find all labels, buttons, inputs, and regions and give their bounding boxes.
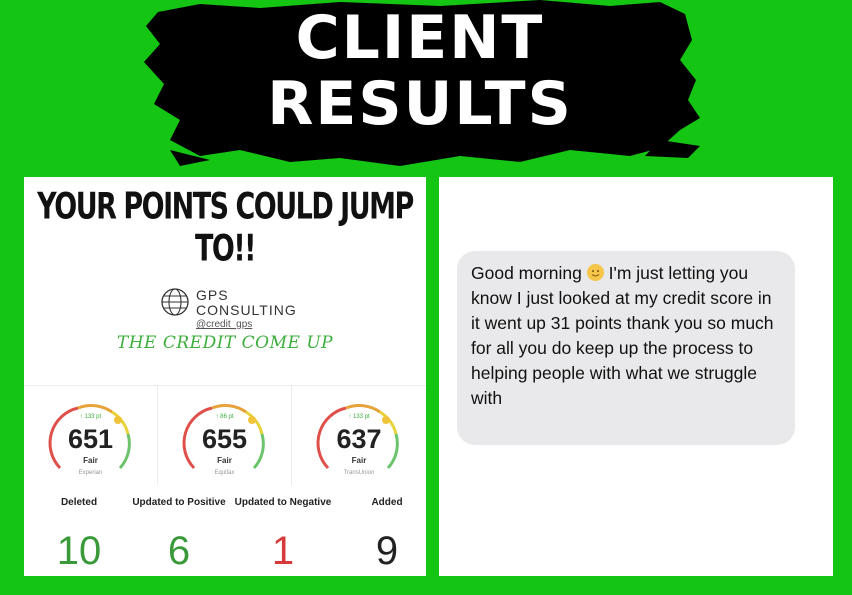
stat-deleted: Deleted 10 xyxy=(24,497,134,573)
message-text-rest: I'm just letting you know I just looked … xyxy=(471,263,774,408)
stat-label: Added xyxy=(371,497,403,508)
banner-title-line2: RESULTS xyxy=(267,69,573,139)
gauge-change: ↑ 133 pt xyxy=(348,414,370,420)
stat-value: 9 xyxy=(375,529,399,573)
gauge-equifax: ↑ 86 pt 655 Fair Equifax xyxy=(158,385,292,485)
credit-report-panel: YOUR POINTS COULD JUMP TO!! GPS CONSULTI… xyxy=(24,177,426,576)
score-gauges: ↑ 133 pt 651 Fair Experian ↑ 86 pt 655 F… xyxy=(24,385,426,485)
gauge-score: 637 xyxy=(336,424,382,454)
gauge-transunion: ↑ 133 pt 637 Fair TransUnion xyxy=(292,385,426,485)
gauge-rating: Fair xyxy=(83,456,98,465)
stat-value: 6 xyxy=(167,529,191,573)
globe-icon xyxy=(161,288,189,316)
gauge-change: ↑ 86 pt xyxy=(215,414,234,420)
banner-title: CLIENT RESULTS xyxy=(140,8,700,134)
stat-value: 1 xyxy=(271,529,295,573)
logo-name-line2: CONSULTING xyxy=(196,302,297,318)
stat-label: Updated to Positive xyxy=(132,497,226,508)
gauge-change: ↑ 133 pt xyxy=(79,414,102,420)
gauge-score: 651 xyxy=(67,424,114,454)
stat-value: 10 xyxy=(56,529,102,573)
account-stats: Deleted 10 Updated to Positive 6 Updated… xyxy=(24,497,426,576)
stat-label: Updated to Negative xyxy=(234,497,332,508)
panel-headline: YOUR POINTS COULD JUMP TO!! xyxy=(37,186,414,270)
stat-updated-positive: Updated to Positive 6 xyxy=(124,497,234,573)
gauge-bureau: TransUnion xyxy=(343,470,375,476)
stat-added: Added 9 xyxy=(332,497,426,573)
company-logo: GPS CONSULTING @credit_gps xyxy=(24,285,426,335)
testimonial-panel: Good morning I'm just letting you know I… xyxy=(439,177,833,576)
tagline: THE CREDIT COME UP xyxy=(116,333,334,353)
gauge-rating: Fair xyxy=(217,456,232,465)
smiling-face-emoji-icon xyxy=(586,264,604,281)
message-text-start: Good morning xyxy=(471,263,587,283)
gauge-bureau: Equifax xyxy=(214,470,235,476)
header-banner: CLIENT RESULTS xyxy=(140,0,700,168)
gauge-rating: Fair xyxy=(351,456,367,465)
logo-name-line1: GPS xyxy=(196,287,229,303)
stat-updated-negative: Updated to Negative 1 xyxy=(228,497,338,573)
banner-title-line1: CLIENT xyxy=(295,3,545,73)
stat-label: Deleted xyxy=(60,497,98,508)
logo-handle: @credit_gps xyxy=(196,319,253,330)
gauge-experian: ↑ 133 pt 651 Fair Experian xyxy=(24,385,158,485)
message-bubble: Good morning I'm just letting you know I… xyxy=(457,251,795,445)
gauge-score: 655 xyxy=(201,424,248,454)
gauge-bureau: Experian xyxy=(78,470,103,476)
